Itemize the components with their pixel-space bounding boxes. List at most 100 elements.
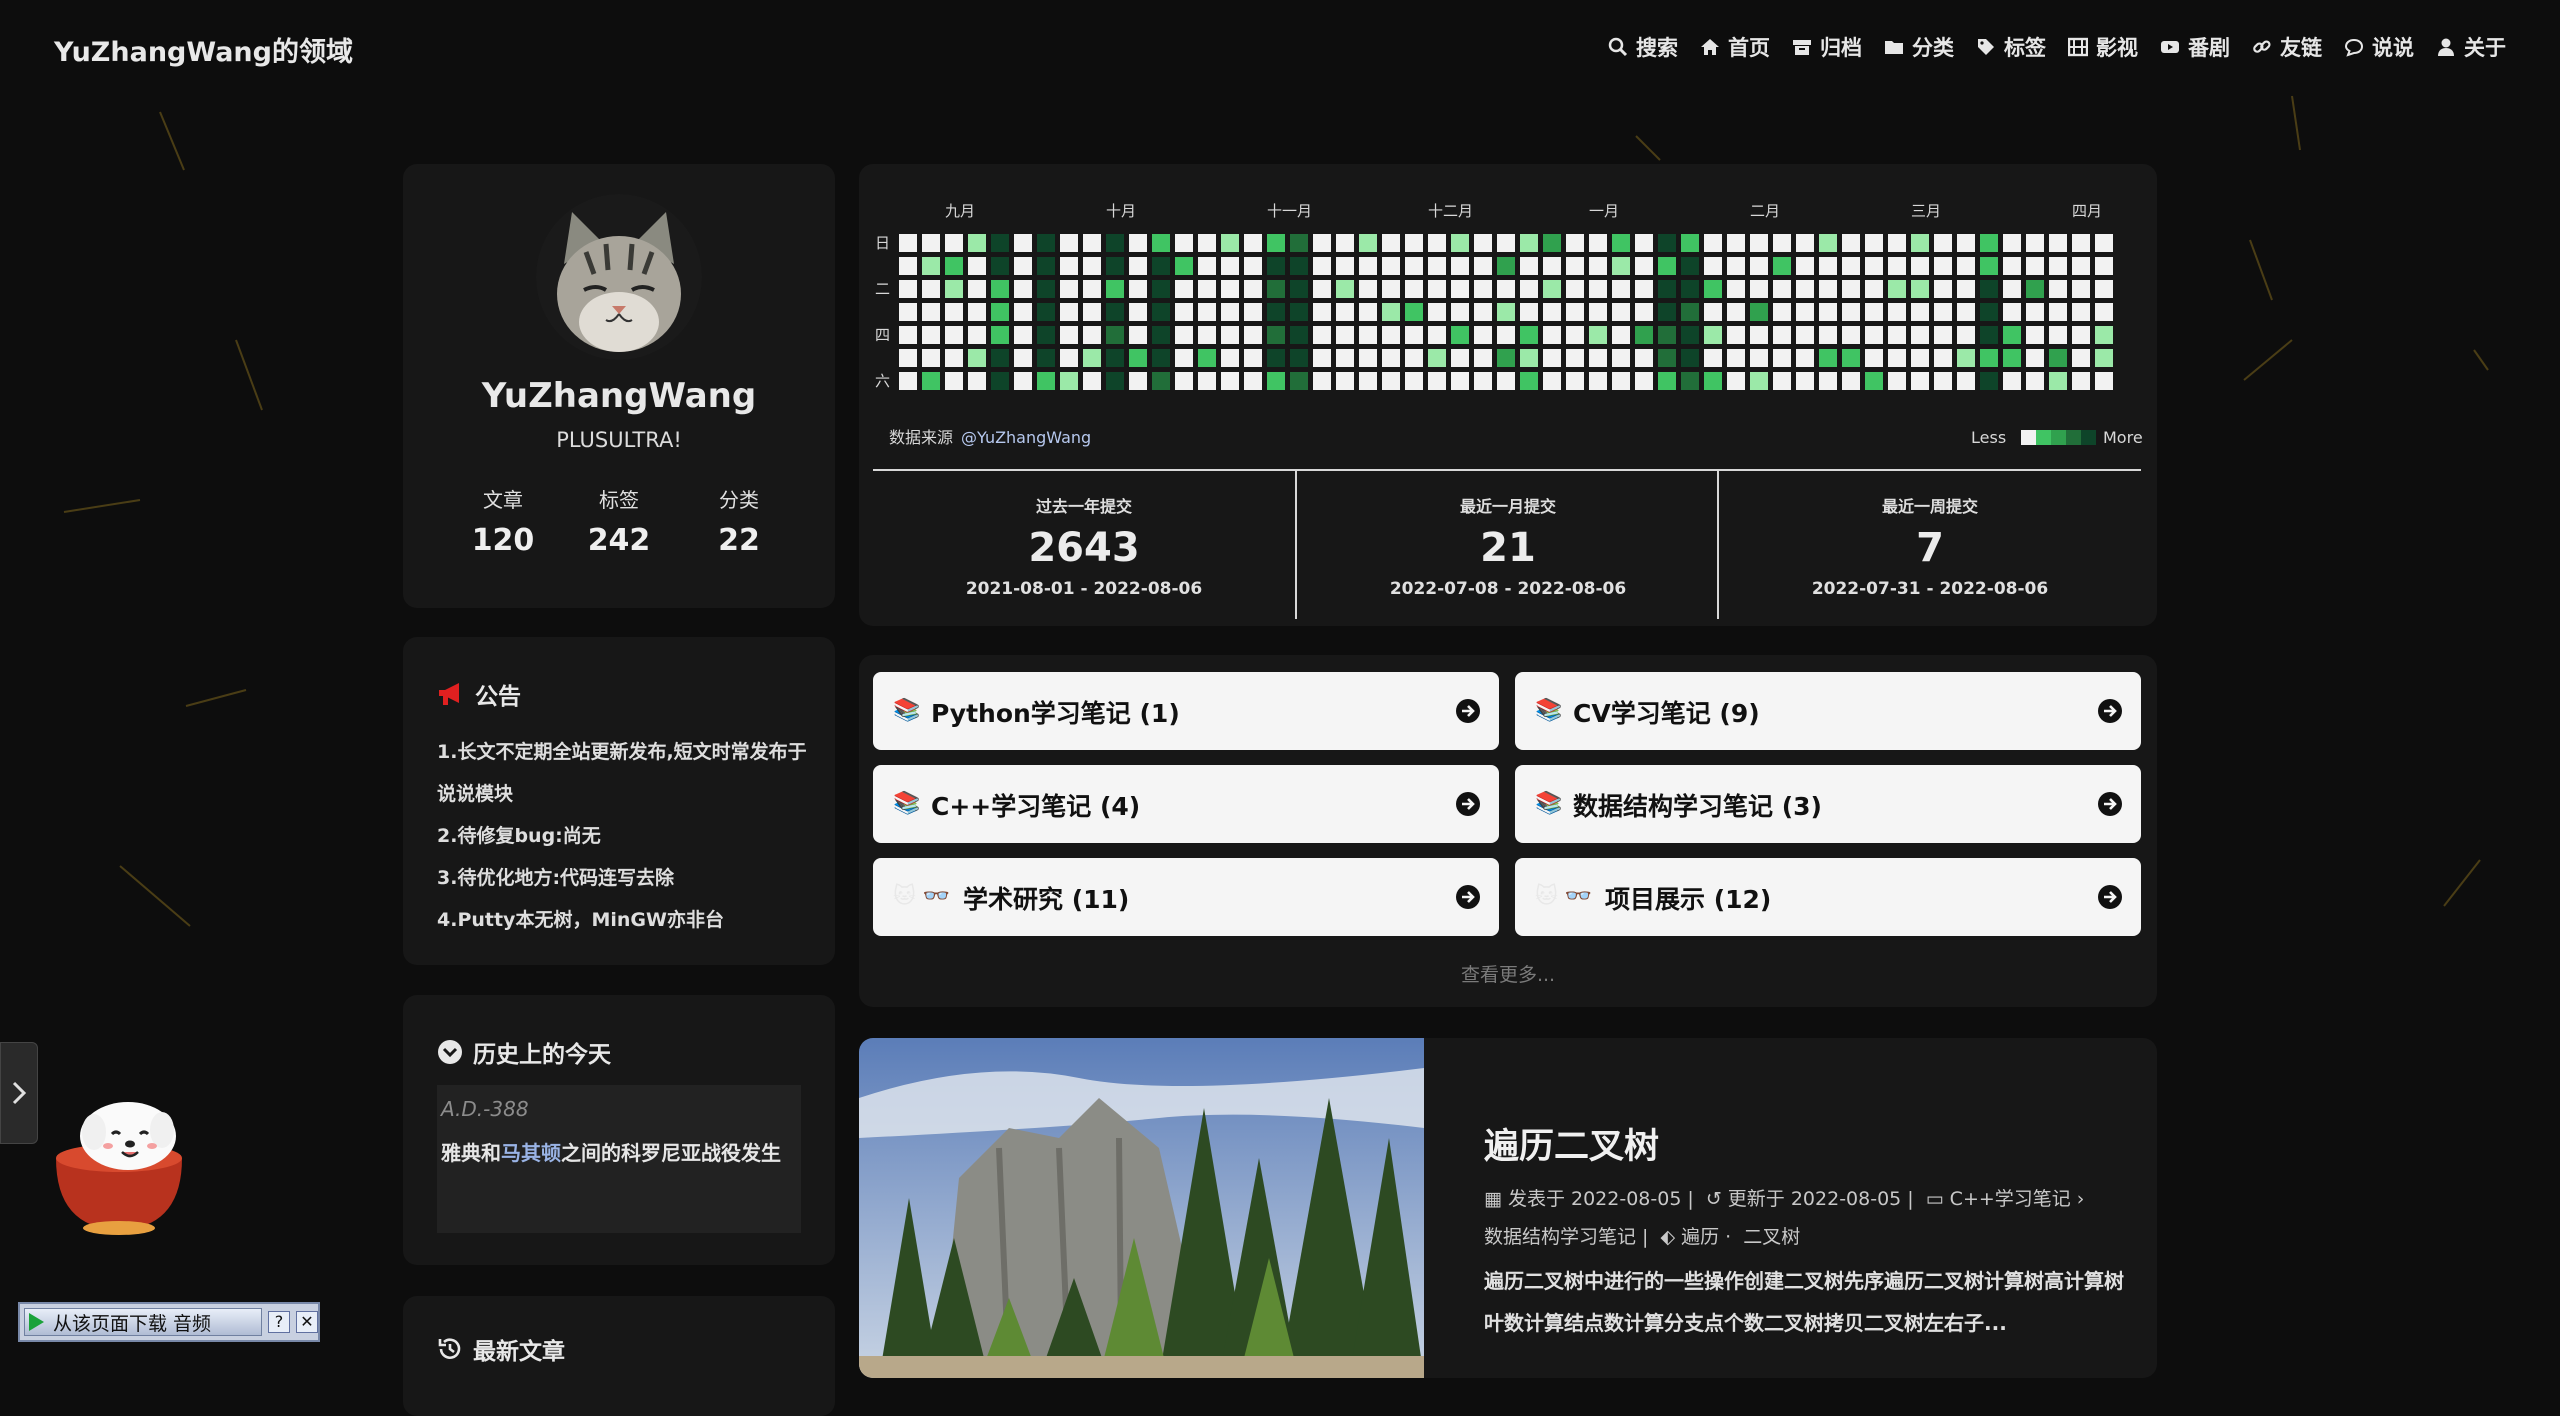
calendar-day-cell[interactable]: [1957, 349, 1975, 367]
calendar-day-cell[interactable]: [1428, 280, 1446, 298]
calendar-day-cell[interactable]: [1750, 257, 1768, 275]
calendar-day-cell[interactable]: [1290, 234, 1308, 252]
calendar-day-cell[interactable]: [1083, 372, 1101, 390]
calendar-day-cell[interactable]: [1014, 326, 1032, 344]
calendar-day-cell[interactable]: [2049, 349, 2067, 367]
calendar-day-cell[interactable]: [1060, 349, 1078, 367]
calendar-day-cell[interactable]: [1566, 349, 1584, 367]
calendar-day-cell[interactable]: [1727, 234, 1745, 252]
calendar-day-cell[interactable]: [1957, 234, 1975, 252]
calendar-day-cell[interactable]: [1842, 280, 1860, 298]
calendar-day-cell[interactable]: [1911, 234, 1929, 252]
calendar-day-cell[interactable]: [968, 234, 986, 252]
calendar-day-cell[interactable]: [1497, 257, 1515, 275]
calendar-day-cell[interactable]: [1888, 234, 1906, 252]
calendar-day-cell[interactable]: [1934, 303, 1952, 321]
calendar-day-cell[interactable]: [1474, 349, 1492, 367]
calendar-day-cell[interactable]: [1658, 280, 1676, 298]
calendar-day-cell[interactable]: [1037, 280, 1055, 298]
calendar-day-cell[interactable]: [1773, 280, 1791, 298]
calendar-day-cell[interactable]: [2003, 280, 2021, 298]
calendar-day-cell[interactable]: [2026, 280, 2044, 298]
calendar-day-cell[interactable]: [1037, 349, 1055, 367]
calendar-day-cell[interactable]: [2072, 372, 2090, 390]
calendar-day-cell[interactable]: [2072, 326, 2090, 344]
avatar[interactable]: [536, 194, 702, 360]
calendar-day-cell[interactable]: [1773, 372, 1791, 390]
calendar-day-cell[interactable]: [1014, 349, 1032, 367]
calendar-day-cell[interactable]: [991, 349, 1009, 367]
calendar-day-cell[interactable]: [1727, 326, 1745, 344]
calendar-day-cell[interactable]: [945, 372, 963, 390]
calendar-day-cell[interactable]: [1980, 303, 1998, 321]
calendar-day-cell[interactable]: [1175, 257, 1193, 275]
calendar-day-cell[interactable]: [1106, 303, 1124, 321]
calendar-day-cell[interactable]: [1405, 257, 1423, 275]
calendar-day-cell[interactable]: [945, 349, 963, 367]
calendar-day-cell[interactable]: [1727, 303, 1745, 321]
calendar-day-cell[interactable]: [1359, 326, 1377, 344]
calendar-day-cell[interactable]: [1681, 326, 1699, 344]
calendar-day-cell[interactable]: [1267, 303, 1285, 321]
calendar-day-cell[interactable]: [1106, 349, 1124, 367]
calendar-day-cell[interactable]: [1037, 257, 1055, 275]
calendar-day-cell[interactable]: [1221, 372, 1239, 390]
calendar-day-cell[interactable]: [1313, 234, 1331, 252]
calendar-day-cell[interactable]: [991, 257, 1009, 275]
calendar-day-cell[interactable]: [899, 234, 917, 252]
calendar-day-cell[interactable]: [1957, 303, 1975, 321]
calendar-day-cell[interactable]: [1106, 326, 1124, 344]
calendar-day-cell[interactable]: [1589, 372, 1607, 390]
calendar-day-cell[interactable]: [2049, 303, 2067, 321]
calendar-day-cell[interactable]: [1083, 234, 1101, 252]
calendar-day-cell[interactable]: [1405, 303, 1423, 321]
calendar-day-cell[interactable]: [1819, 349, 1837, 367]
calendar-day-cell[interactable]: [1106, 234, 1124, 252]
calendar-day-cell[interactable]: [991, 280, 1009, 298]
calendar-day-cell[interactable]: [1405, 326, 1423, 344]
calendar-day-cell[interactable]: [1543, 280, 1561, 298]
calendar-day-cell[interactable]: [2072, 234, 2090, 252]
calendar-day-cell[interactable]: [2095, 280, 2113, 298]
calendar-day-cell[interactable]: [1451, 372, 1469, 390]
calendar-day-cell[interactable]: [1704, 372, 1722, 390]
calendar-day-cell[interactable]: [2072, 257, 2090, 275]
calendar-day-cell[interactable]: [1014, 372, 1032, 390]
calendar-day-cell[interactable]: [1750, 234, 1768, 252]
calendar-day-cell[interactable]: [1842, 303, 1860, 321]
calendar-day-cell[interactable]: [1060, 372, 1078, 390]
calendar-day-cell[interactable]: [1888, 280, 1906, 298]
calendar-day-cell[interactable]: [1060, 280, 1078, 298]
calendar-day-cell[interactable]: [922, 234, 940, 252]
site-name[interactable]: YuZhangWang的领域: [54, 30, 353, 69]
calendar-day-cell[interactable]: [1428, 326, 1446, 344]
calendar-day-cell[interactable]: [1060, 257, 1078, 275]
calendar-day-cell[interactable]: [1405, 234, 1423, 252]
menu-home[interactable]: 首页: [1700, 32, 1770, 62]
calendar-day-cell[interactable]: [1589, 280, 1607, 298]
calendar-day-cell[interactable]: [1175, 326, 1193, 344]
category-projects[interactable]: 🐱 👓 项目展示 (12): [1515, 858, 2141, 936]
calendar-day-cell[interactable]: [1704, 349, 1722, 367]
calendar-day-cell[interactable]: [1681, 349, 1699, 367]
calendar-day-cell[interactable]: [1336, 349, 1354, 367]
calendar-day-cell[interactable]: [1244, 349, 1262, 367]
calendar-day-cell[interactable]: [1382, 280, 1400, 298]
post-title[interactable]: 遍历二叉树: [1484, 1118, 1659, 1169]
calendar-day-cell[interactable]: [1658, 372, 1676, 390]
calendar-day-cell[interactable]: [1612, 349, 1630, 367]
calendar-day-cell[interactable]: [1382, 257, 1400, 275]
calendar-day-cell[interactable]: [1244, 234, 1262, 252]
calendar-day-cell[interactable]: [1083, 257, 1101, 275]
calendar-day-cell[interactable]: [1796, 234, 1814, 252]
calendar-day-cell[interactable]: [1612, 234, 1630, 252]
calendar-day-cell[interactable]: [1428, 257, 1446, 275]
calendar-day-cell[interactable]: [1336, 280, 1354, 298]
calendar-day-cell[interactable]: [1014, 234, 1032, 252]
calendar-day-cell[interactable]: [1198, 280, 1216, 298]
calendar-day-cell[interactable]: [1497, 280, 1515, 298]
calendar-day-cell[interactable]: [1520, 234, 1538, 252]
calendar-day-cell[interactable]: [945, 326, 963, 344]
calendar-day-cell[interactable]: [1911, 326, 1929, 344]
calendar-day-cell[interactable]: [1129, 303, 1147, 321]
